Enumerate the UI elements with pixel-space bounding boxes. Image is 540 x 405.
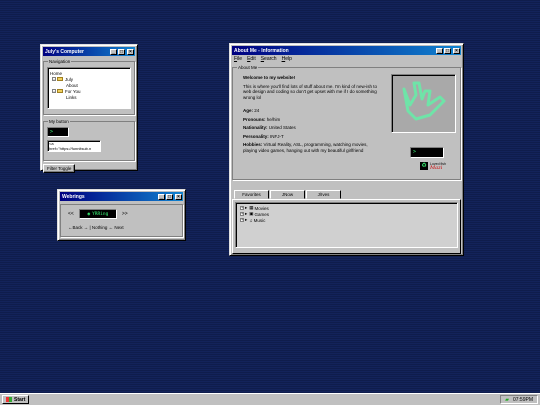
about-lcd: > (410, 147, 444, 158)
close-button[interactable]: × (127, 48, 134, 55)
webring-prev-link[interactable]: << (68, 211, 74, 217)
about-lcd-text: > (413, 149, 417, 155)
signature-badge: ♻ Loved fish Mazi (420, 162, 446, 171)
nationality-field: Nationality: United States (243, 125, 296, 130)
tab-jives[interactable]: J/Ives (306, 190, 341, 199)
webring-next-link[interactable]: >> (122, 211, 128, 217)
tab-strip: Favorites JNow J/Ives (232, 190, 461, 199)
tree-item-links[interactable]: Links (50, 94, 128, 100)
expand-icon[interactable]: + (240, 218, 244, 222)
collapse-icon[interactable]: - (52, 89, 56, 93)
folder-icon (57, 89, 63, 93)
expand-icon[interactable]: + (240, 206, 244, 210)
filter-toggle-button[interactable]: Filter Toggle (43, 164, 76, 173)
about-titlebar[interactable]: About Me - Information _ □ × (232, 46, 461, 55)
close-button[interactable]: × (453, 47, 460, 54)
folder-arrow-icon: ▸ (245, 217, 248, 222)
mybutton-label: My button (48, 119, 70, 124)
folder-icon (57, 77, 63, 81)
close-button[interactable]: × (175, 193, 182, 200)
menu-edit[interactable]: Edit (247, 56, 256, 62)
ily-hand-icon (402, 81, 446, 121)
menu-file[interactable]: File (234, 56, 242, 62)
menu-help[interactable]: Help (282, 56, 292, 62)
tab-favorites[interactable]: Favorites (234, 190, 269, 199)
code-textbox[interactable]: <a href="https://funnitsub.n (47, 140, 101, 152)
webring-navigation[interactable]: ←Back → | Nothing ← Next (64, 225, 179, 230)
maximize-button[interactable]: □ (444, 47, 451, 54)
network-icon[interactable]: ▰ (505, 397, 509, 403)
navigation-group: Navigation Home - July About - For You Lin… (43, 59, 135, 115)
webring-badge-text: YRRing (92, 211, 109, 217)
hobbies-field: Hobbies: Virtual Reality, ASL, programmi… (243, 142, 368, 153)
tab-panel: + ▸ ▦ Movies + ▸ ▣ Games + ▸ ♫ Music (232, 199, 461, 254)
start-label: Start (14, 396, 26, 403)
navigation-tree: Home - July About - For You Links (47, 67, 131, 109)
computer-title: July's Computer (45, 48, 84, 55)
computer-window: July's Computer _ □ × Navigation Home -J… (40, 44, 138, 173)
gamepad-icon: ▣ (249, 211, 254, 216)
music-icon: ♫ (249, 217, 253, 223)
taskbar: Start ▰ 07:59PM (0, 393, 540, 405)
maximize-button[interactable]: □ (118, 48, 125, 55)
aboutme-group: About Me Welcome to my website! This is … (232, 65, 461, 180)
personality-field: Personality: INFJ-T (243, 133, 284, 139)
webring-titlebar[interactable]: Webrings _ □ × (60, 192, 183, 201)
intro-text: This is where you'll find lots of stuff … (243, 83, 377, 100)
start-button[interactable]: Start (2, 395, 30, 404)
tab-jnow[interactable]: JNow (270, 190, 305, 199)
minimize-button[interactable]: _ (436, 47, 443, 54)
expand-icon[interactable]: + (240, 212, 244, 216)
navigation-label: Navigation (48, 59, 72, 64)
menu-search[interactable]: Search (261, 56, 277, 62)
webring-window: Webrings _ □ × << ◉ YRRing >> ←Back → | … (57, 189, 186, 241)
signature-name: Mazi (430, 165, 443, 171)
tree-item-music[interactable]: + ▸ ♫ Music (240, 217, 453, 223)
mybutton-group: My button > <a href="https://funnitsub.n (43, 119, 135, 161)
lcd-text: > (50, 129, 54, 135)
welcome-heading: Welcome to my website! (243, 75, 296, 80)
button-preview: > (47, 127, 69, 137)
maximize-button[interactable]: □ (166, 193, 173, 200)
menu-bar: File Edit Search Help (232, 55, 461, 63)
pronouns-field: Pronouns: he/him (243, 116, 281, 122)
clock[interactable]: 07:59PM (513, 397, 533, 403)
about-window: About Me - Information _ □ × File Edit S… (229, 43, 464, 256)
webring-group: << ◉ YRRing >> ←Back → | Nothing ← Next (60, 204, 183, 237)
asl-hand-image (391, 74, 456, 133)
code-line-2: href="https://funnitsub.n (49, 146, 92, 151)
collapse-icon[interactable]: - (52, 77, 56, 81)
about-info: Welcome to my website! This is where you… (243, 75, 383, 156)
windows-logo-icon (6, 397, 12, 402)
ring-icon: ◉ (87, 211, 91, 217)
minimize-button[interactable]: _ (158, 193, 165, 200)
webring-badge[interactable]: ◉ YRRing (78, 209, 117, 219)
computer-titlebar[interactable]: July's Computer _ □ × (43, 47, 135, 56)
recycle-icon: ♻ (420, 162, 429, 170)
system-tray: ▰ 07:59PM (500, 395, 538, 404)
age-field: Age: 24 (243, 108, 260, 113)
aboutme-label: About Me (237, 65, 259, 70)
webring-title: Webrings (62, 193, 85, 200)
about-title: About Me - Information (234, 47, 289, 54)
minimize-button[interactable]: _ (110, 48, 117, 55)
favorites-tree: + ▸ ▦ Movies + ▸ ▣ Games + ▸ ♫ Music (235, 202, 458, 248)
